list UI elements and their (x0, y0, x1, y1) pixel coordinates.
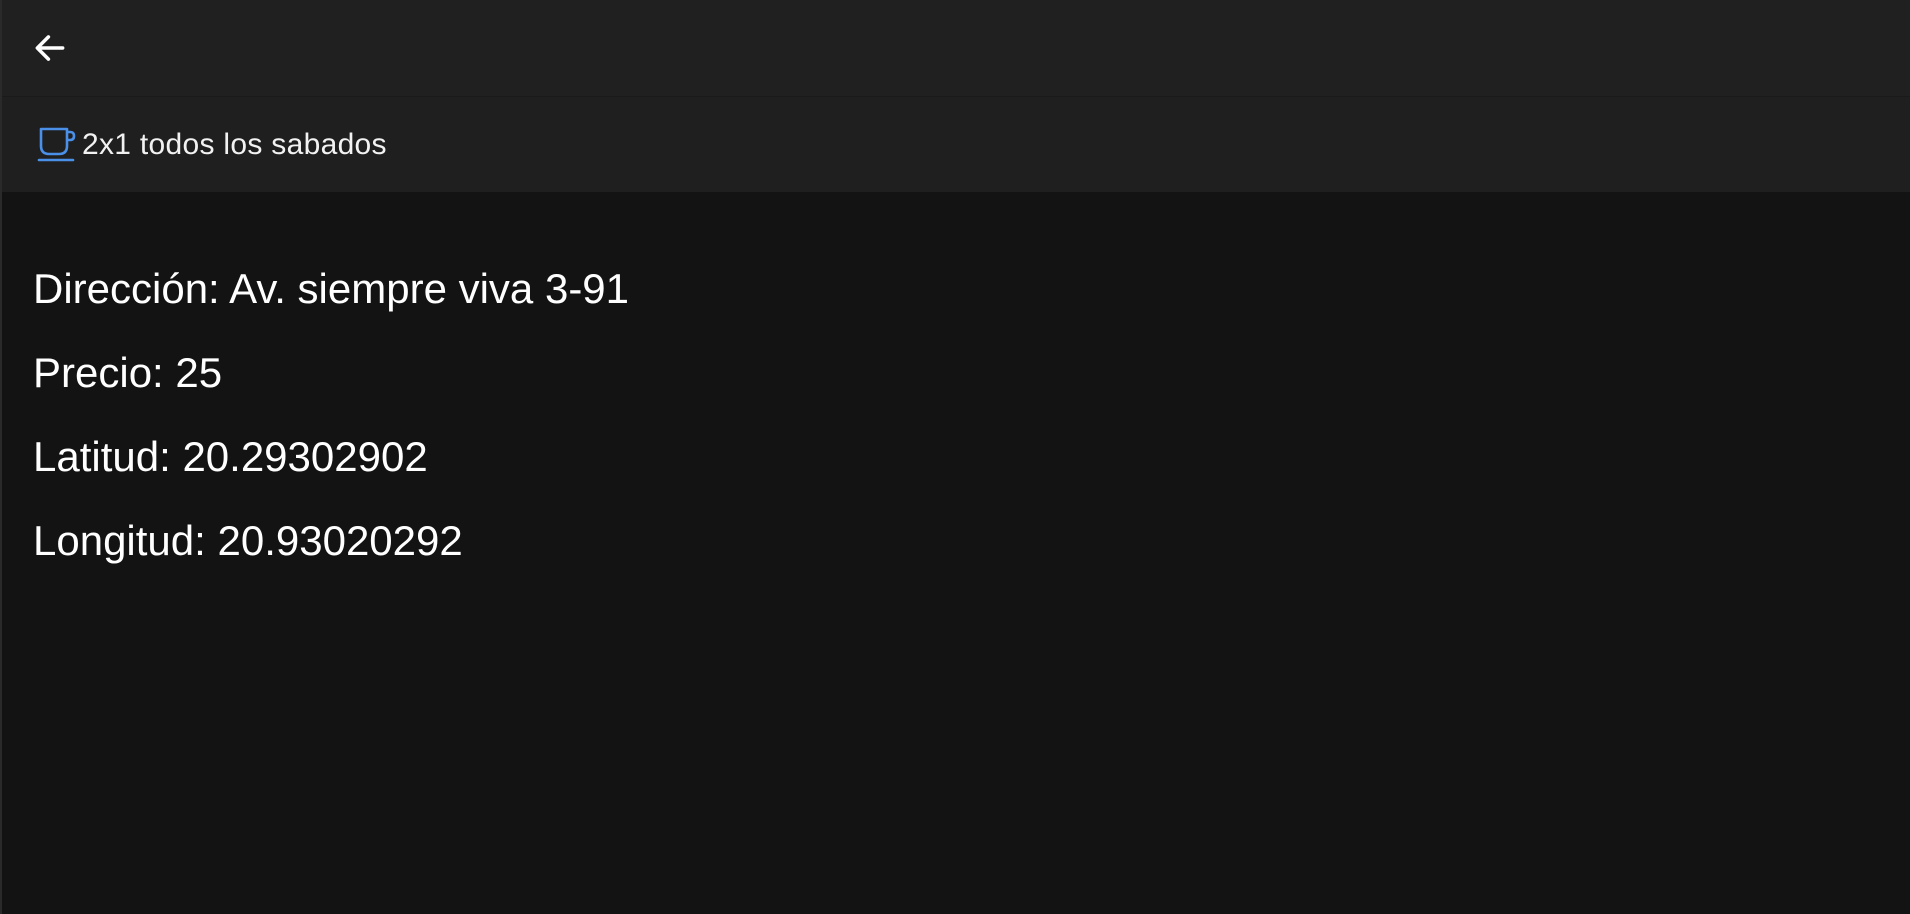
latitude-line: Latitud: 20.29302902 (33, 433, 428, 480)
back-button[interactable] (30, 28, 70, 68)
top-toolbar (2, 0, 1910, 96)
price-line: Precio: 25 (33, 349, 223, 396)
coffee-cup-icon (36, 125, 78, 165)
address-line: Dirección: Av. siempre viva 3-91 (33, 265, 630, 312)
app-window: 2x1 todos los sabados Dirección: Av. sie… (0, 0, 1910, 914)
longitude-line: Longitud: 20.93020292 (33, 517, 463, 564)
place-details: Dirección: Av. siempre viva 3-91 Precio:… (2, 192, 1910, 583)
promo-bar: 2x1 todos los sabados (2, 96, 1910, 192)
arrow-left-icon (35, 35, 65, 61)
promo-text: 2x1 todos los sabados (82, 127, 387, 161)
